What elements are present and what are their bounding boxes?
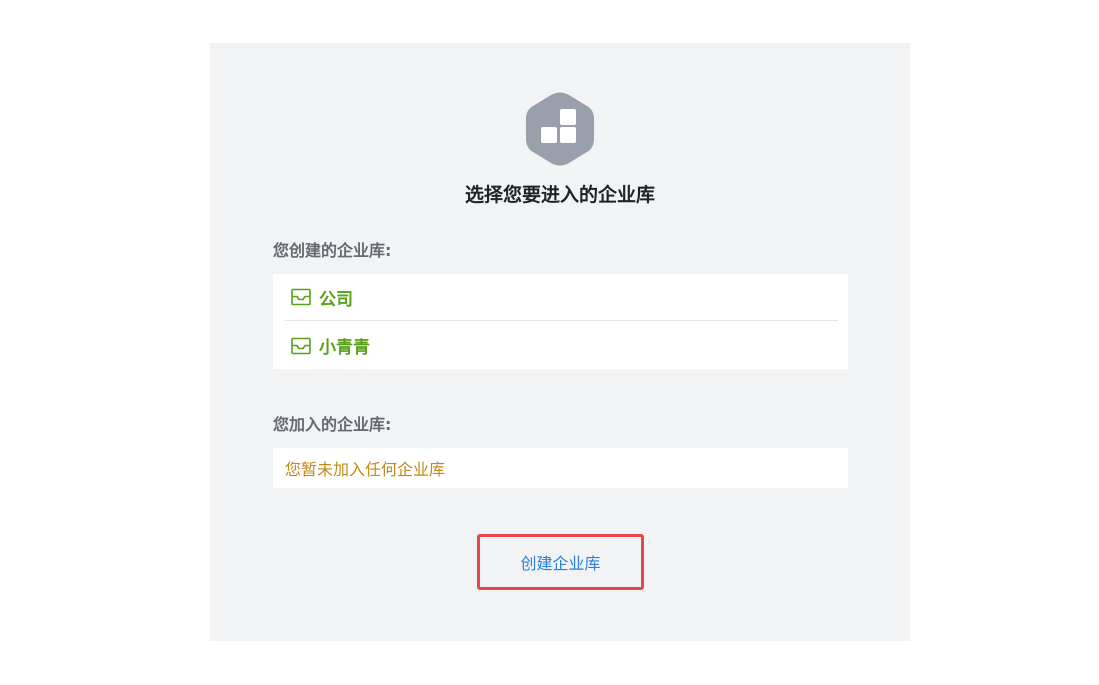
blocks-hexagon-icon: [526, 92, 594, 166]
joined-section-label: 您加入的企业库:: [273, 415, 392, 434]
created-workspace-list: 公司 小青青: [273, 274, 848, 369]
workspace-item-label: 公司: [319, 289, 353, 310]
workspace-item-xiaoqingqing[interactable]: 小青青: [285, 322, 838, 369]
workspace-selector-card: 选择您要进入的企业库 您创建的企业库: 公司 小青青 您加入的企业库: 您暂未加…: [210, 43, 910, 641]
inbox-icon: [291, 288, 311, 306]
created-section-label: 您创建的企业库:: [273, 241, 392, 260]
page-title: 选择您要进入的企业库: [464, 184, 655, 206]
joined-workspace-list: 您暂未加入任何企业库: [273, 448, 848, 488]
inbox-icon: [291, 337, 311, 354]
workspace-item-company[interactable]: 公司: [285, 274, 838, 321]
workspace-item-label: 小青青: [319, 338, 370, 358]
empty-state-text: 您暂未加入任何企业库: [285, 460, 446, 479]
create-workspace-button[interactable]: 创建企业库: [477, 534, 644, 590]
